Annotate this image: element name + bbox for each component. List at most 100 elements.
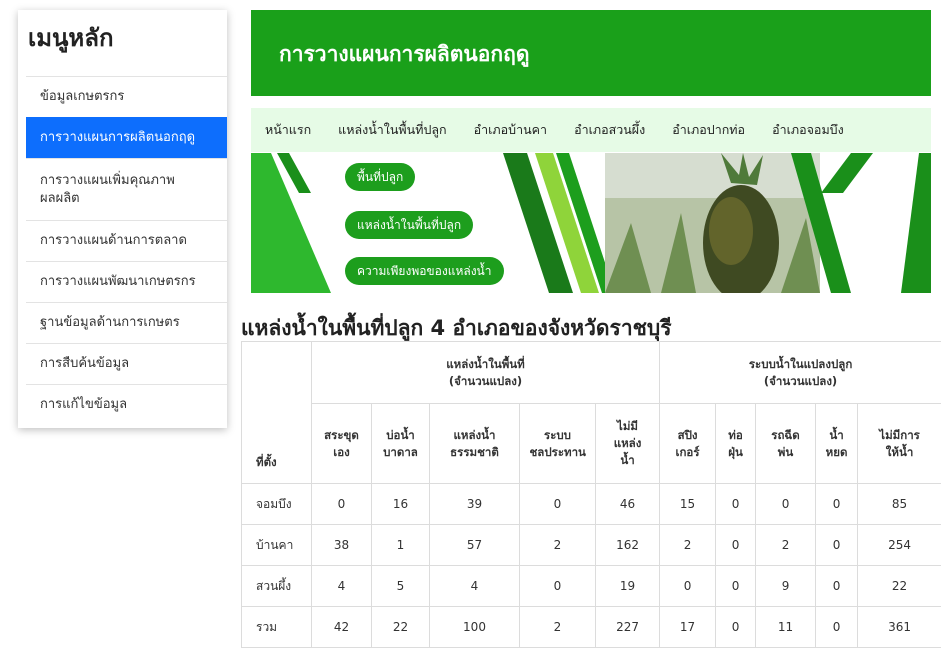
- table-cell: 17: [659, 606, 717, 648]
- nav-item-suan-phueng[interactable]: อำเภอสวนผึ้ง: [574, 120, 645, 140]
- top-nav: หน้าแรก แหล่งน้ำในพื้นที่ปลูก อำเภอบ้านค…: [251, 108, 931, 152]
- table-cell: 22: [371, 606, 430, 648]
- table-cell: 2: [755, 524, 817, 566]
- sidebar-item-farmer-info[interactable]: ข้อมูลเกษตรกร: [26, 76, 227, 117]
- sidebar-item-quality-planning[interactable]: การวางแผนเพิ่มคุณภาพ ผลผลิต: [26, 158, 227, 220]
- page-header: การวางแผนการผลิตนอกฤดู: [251, 10, 931, 96]
- column-group-irrigation-line2: (จำนวนแปลง): [763, 373, 838, 388]
- table-cell: 2: [519, 524, 596, 566]
- table-cell: 5: [371, 565, 430, 607]
- column-header-mist-pipe: ท่อ ฝุ่น: [728, 427, 743, 459]
- table-cell: 0: [815, 565, 859, 607]
- table-cell: 19: [594, 565, 661, 607]
- table-cell: 0: [715, 565, 757, 607]
- sidebar-item-edit-data[interactable]: การแก้ไขข้อมูล: [26, 384, 227, 425]
- table-cell: 46: [594, 483, 661, 525]
- table-cell: 0: [815, 606, 859, 648]
- table-cell: 0: [815, 483, 859, 525]
- table-cell: 0: [519, 565, 596, 607]
- table-cell: 85: [857, 483, 941, 525]
- table-row: สวนผึ้ง 4 5 4 0 19 0 0 9 0 22: [241, 565, 941, 607]
- banner-button-water-sufficiency[interactable]: ความเพียงพอของแหล่งน้ำ: [345, 257, 504, 285]
- column-header: รถฉีด พ่น: [755, 403, 817, 484]
- pineapple-photo-sky: [605, 153, 820, 198]
- column-header: ท่อ ฝุ่น: [715, 403, 757, 484]
- column-header: น้ำ หยด: [815, 403, 859, 484]
- column-group-water-sources: แหล่งน้ำในพื้นที่ (จำนวนแปลง): [310, 341, 661, 404]
- sidebar-item-farmer-development[interactable]: การวางแผนพัฒนาเกษตรกร: [26, 261, 227, 302]
- page-header-title: การวางแผนการผลิตนอกฤดู: [279, 42, 530, 66]
- sidebar-title: เมนูหลัก: [28, 24, 114, 52]
- sidebar-list: ข้อมูลเกษตรกร การวางแผนการผลิตนอกฤดู การ…: [26, 76, 227, 425]
- table-cell: 38: [311, 524, 372, 566]
- table-cell: 39: [429, 483, 520, 525]
- table-cell: 0: [659, 565, 717, 607]
- table-cell: 4: [311, 565, 372, 607]
- table-cell: 0: [755, 483, 817, 525]
- column-header-natural-source: แหล่งน้ำ ธรรมชาติ: [450, 427, 499, 459]
- table-cell-location: จอมบึง: [241, 483, 312, 525]
- nav-item-water-sources[interactable]: แหล่งน้ำในพื้นที่ปลูก: [338, 120, 446, 140]
- table-cell: 0: [715, 524, 757, 566]
- table-cell: 162: [594, 524, 661, 566]
- banner-button-planting-area[interactable]: พื้นที่ปลูก: [345, 163, 416, 191]
- table-cell: 15: [659, 483, 717, 525]
- table-cell: 0: [715, 606, 757, 648]
- nav-item-chom-bueng[interactable]: อำเภอจอมบึง: [772, 120, 844, 140]
- table-cell: 2: [519, 606, 596, 648]
- table-cell: 100: [429, 606, 520, 648]
- table-cell: 16: [371, 483, 430, 525]
- sidebar-item-search[interactable]: การสืบค้นข้อมูล: [26, 343, 227, 384]
- banner-stripe: [821, 153, 873, 193]
- column-header-drip: น้ำ หยด: [825, 427, 848, 459]
- column-header-location: ที่ตั้ง: [241, 341, 312, 484]
- column-header-irrigation-system: ระบบ ชลประทาน: [529, 427, 586, 459]
- column-header: ไม่มี แหล่ง น้ำ: [594, 403, 661, 484]
- column-header-spray-truck: รถฉีด พ่น: [771, 427, 800, 459]
- column-header-no-water-source: ไม่มี แหล่ง น้ำ: [613, 419, 642, 467]
- table-cell: 57: [429, 524, 520, 566]
- table-cell: 227: [594, 606, 661, 648]
- pineapple-highlight: [709, 197, 753, 265]
- table-cell: 9: [755, 565, 817, 607]
- table-cell: 4: [429, 565, 520, 607]
- table-cell: 361: [857, 606, 941, 648]
- column-header-dug-pond: สระขุด เอง: [324, 427, 359, 459]
- sidebar-menu: เมนูหลัก ข้อมูลเกษตรกร การวางแผนการผลิตน…: [18, 10, 227, 428]
- table-cell: 0: [715, 483, 757, 525]
- nav-item-ban-kha[interactable]: อำเภอบ้านคา: [474, 120, 547, 140]
- water-source-table: ที่ตั้ง แหล่งน้ำในพื้นที่ (จำนวนแปลง) ระ…: [241, 341, 941, 648]
- table-cell: 0: [311, 483, 372, 525]
- table-cell: 0: [815, 524, 859, 566]
- table-row: จอมบึง 0 16 39 0 46 15 0 0 0 85: [241, 483, 941, 525]
- page: เมนูหลัก ข้อมูลเกษตรกร การวางแผนการผลิตน…: [0, 0, 941, 648]
- sidebar-item-marketing-planning[interactable]: การวางแผนด้านการตลาด: [26, 220, 227, 261]
- table-cell: 1: [371, 524, 430, 566]
- table-cell-location: รวม: [241, 606, 312, 648]
- column-header: สปิง เกอร์: [659, 403, 717, 484]
- column-header-no-watering: ไม่มีการ ให้น้ำ: [879, 427, 920, 459]
- table-cell: 254: [857, 524, 941, 566]
- table-header-row: สระขุด เอง บ่อน้ำ บาดาล แหล่งน้ำ ธรรมชาต…: [242, 403, 941, 484]
- banner: พื้นที่ปลูก แหล่งน้ำในพื้นที่ปลูก ความเพ…: [251, 153, 931, 293]
- sidebar-item-agri-database[interactable]: ฐานข้อมูลด้านการเกษตร: [26, 302, 227, 343]
- banner-stripe: [901, 153, 931, 293]
- table-row-total: รวม 42 22 100 2 227 17 0 11 0 361: [241, 606, 941, 648]
- column-group-water-sources-line1: แหล่งน้ำในพื้นที่: [446, 356, 525, 371]
- table-cell: 11: [755, 606, 817, 648]
- table-header-group-row: ที่ตั้ง แหล่งน้ำในพื้นที่ (จำนวนแปลง) ระ…: [241, 341, 941, 484]
- column-group-irrigation-line1: ระบบน้ำในแปลงปลูก: [748, 356, 853, 371]
- column-header: ไม่มีการ ให้น้ำ: [857, 403, 941, 484]
- nav-item-pak-tho[interactable]: อำเภอปากท่อ: [672, 120, 745, 140]
- water-source-table-container: ที่ตั้ง แหล่งน้ำในพื้นที่ (จำนวนแปลง) ระ…: [241, 341, 941, 648]
- table-cell-location: บ้านคา: [241, 524, 312, 566]
- sidebar-item-offseason-planning[interactable]: การวางแผนการผลิตนอกฤดู: [26, 117, 227, 158]
- column-header-groundwater-well: บ่อน้ำ บาดาล: [383, 427, 418, 459]
- nav-item-home[interactable]: หน้าแรก: [265, 120, 311, 140]
- table-cell: 42: [311, 606, 372, 648]
- column-header: แหล่งน้ำ ธรรมชาติ: [429, 403, 520, 484]
- table-row: บ้านคา 38 1 57 2 162 2 0 2 0 254: [241, 524, 941, 566]
- table-cell-location: สวนผึ้ง: [241, 565, 312, 607]
- column-header: สระขุด เอง: [311, 403, 372, 484]
- banner-button-water-sources[interactable]: แหล่งน้ำในพื้นที่ปลูก: [345, 211, 474, 239]
